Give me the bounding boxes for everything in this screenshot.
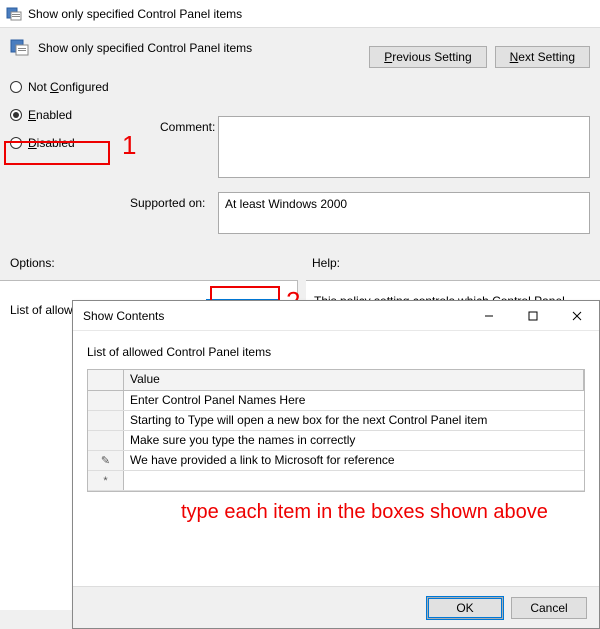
window-titlebar: Show only specified Control Panel items <box>0 0 600 28</box>
dialog-cancel-button[interactable]: Cancel <box>511 597 587 619</box>
dialog-title: Show Contents <box>83 309 164 323</box>
state-radio-group: Not Configured Enabled Disabled <box>10 80 150 150</box>
annotation-dialog-hint: type each item in the boxes shown above <box>181 501 548 524</box>
row-indicator <box>88 431 124 450</box>
maximize-button[interactable] <box>511 302 555 330</box>
grid-cell-value[interactable]: We have provided a link to Microsoft for… <box>124 451 584 470</box>
grid-row[interactable]: * <box>88 471 584 491</box>
grid-row[interactable]: Make sure you type the names in correctl… <box>88 431 584 451</box>
radio-icon <box>10 81 22 93</box>
window-title: Show only specified Control Panel items <box>28 7 242 21</box>
grid-header: Value <box>88 370 584 391</box>
grid-cell-value[interactable]: Make sure you type the names in correctl… <box>124 431 584 450</box>
dialog-subtitle: List of allowed Control Panel items <box>87 345 585 359</box>
close-button[interactable] <box>555 302 599 330</box>
policy-icon <box>6 6 22 22</box>
grid-column-value: Value <box>124 370 584 390</box>
comment-label: Comment: <box>160 120 215 134</box>
supported-on-label: Supported on: <box>130 196 205 210</box>
policy-header-icon <box>10 38 30 58</box>
row-indicator: * <box>88 471 124 490</box>
value-grid[interactable]: Value Enter Control Panel Names HereStar… <box>87 369 585 492</box>
comment-textarea[interactable] <box>218 116 590 178</box>
row-indicator: ✎ <box>88 451 124 470</box>
grid-row[interactable]: Enter Control Panel Names Here <box>88 391 584 411</box>
row-indicator <box>88 411 124 430</box>
grid-cell-value[interactable]: Enter Control Panel Names Here <box>124 391 584 410</box>
dialog-titlebar: Show Contents <box>73 301 599 331</box>
minimize-button[interactable] <box>467 302 511 330</box>
supported-on-text: At least Windows 2000 <box>218 192 590 234</box>
radio-disabled[interactable]: Disabled <box>10 136 150 150</box>
grid-cell-value[interactable]: Starting to Type will open a new box for… <box>124 411 584 430</box>
grid-corner <box>88 370 124 390</box>
grid-row[interactable]: Starting to Type will open a new box for… <box>88 411 584 431</box>
show-contents-dialog: Show Contents List of allowed Control Pa… <box>72 300 600 629</box>
help-label: Help: <box>312 256 340 270</box>
radio-enabled[interactable]: Enabled <box>10 108 150 122</box>
row-indicator <box>88 391 124 410</box>
radio-icon-checked <box>10 109 22 121</box>
radio-not-configured[interactable]: Not Configured <box>10 80 150 94</box>
grid-cell-value[interactable] <box>124 471 584 490</box>
radio-icon <box>10 137 22 149</box>
grid-row[interactable]: ✎We have provided a link to Microsoft fo… <box>88 451 584 471</box>
options-label: Options: <box>10 256 55 270</box>
dialog-ok-button[interactable]: OK <box>427 597 503 619</box>
previous-setting-button[interactable]: Previous Setting <box>369 46 486 68</box>
policy-title: Show only specified Control Panel items <box>38 41 252 55</box>
next-setting-button[interactable]: Next Setting <box>495 46 590 68</box>
